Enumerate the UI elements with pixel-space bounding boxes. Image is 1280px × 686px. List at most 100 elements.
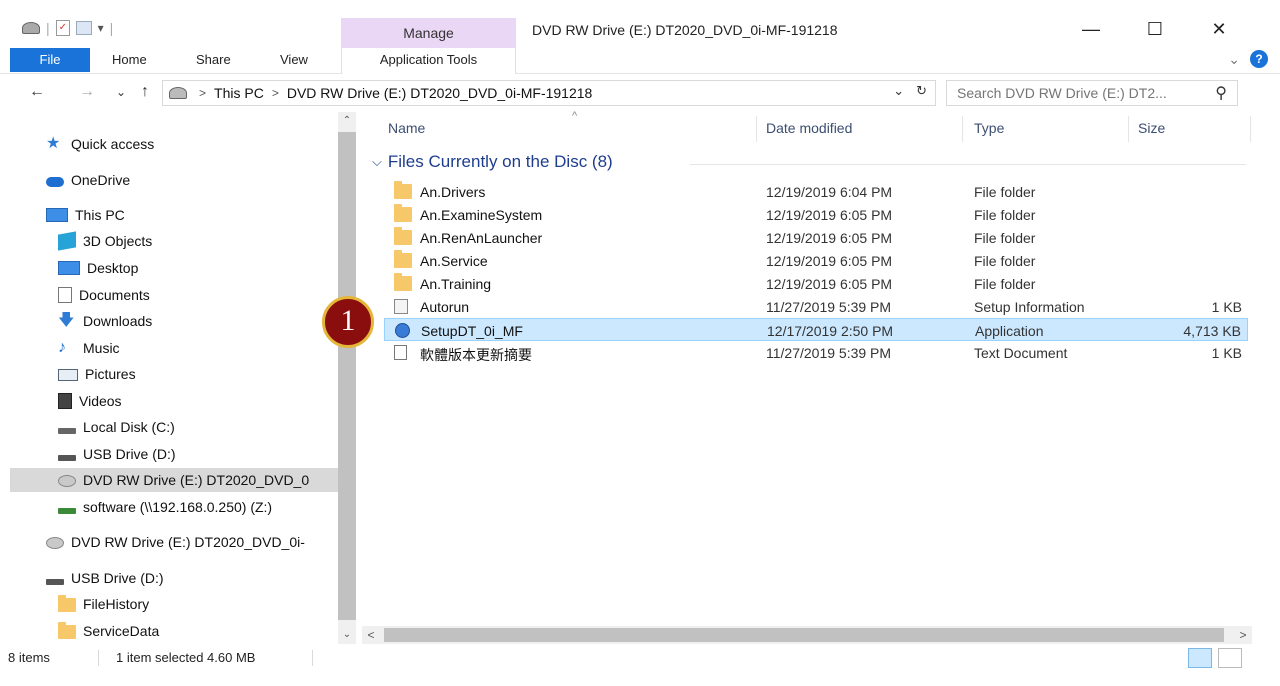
breadcrumb-this-pc[interactable]: This PC — [214, 85, 264, 101]
sidebar-item-desktop[interactable]: Desktop — [58, 256, 138, 280]
sidebar-item-quick-access[interactable]: ★ Quick access — [46, 132, 154, 156]
search-input[interactable] — [957, 85, 1197, 101]
up-button[interactable]: ↑ — [134, 80, 156, 104]
forward-button[interactable]: → — [76, 80, 98, 104]
sidebar-item-this-pc[interactable]: This PC — [46, 203, 125, 227]
properties-icon[interactable]: ✓ — [55, 20, 70, 36]
scroll-left-icon[interactable]: < — [362, 626, 380, 644]
help-icon[interactable]: ? — [1250, 50, 1268, 68]
text-document-icon — [394, 345, 407, 360]
sidebar-item-servicedata[interactable]: ServiceData — [58, 619, 159, 643]
file-row-setupdt[interactable]: SetupDT_0i_MF 12/17/2019 2:50 PM Applica… — [384, 318, 1248, 341]
folder-icon — [394, 181, 412, 199]
file-name: An.ExamineSystem — [420, 207, 543, 223]
customize-toolbar-icon[interactable]: ▾ — [98, 21, 104, 35]
search-box[interactable]: ⚲ — [946, 80, 1238, 106]
refresh-icon[interactable]: ↻ — [916, 83, 927, 99]
scrollbar-thumb[interactable] — [338, 132, 356, 620]
status-bar: 8 items 1 item selected 4.60 MB — [0, 646, 1280, 670]
star-icon: ★ — [46, 135, 61, 152]
sidebar-item-usb-drive-root[interactable]: USB Drive (D:) — [46, 566, 164, 590]
file-row-an-drivers[interactable]: An.Drivers 12/19/2019 6:04 PM File folde… — [384, 180, 1248, 203]
tab-home[interactable]: Home — [112, 52, 147, 67]
file-name: Autorun — [420, 299, 470, 315]
tab-view[interactable]: View — [280, 52, 308, 67]
network-drive-icon — [58, 508, 76, 514]
sort-ascending-icon: ^ — [572, 110, 578, 122]
sidebar-item-3d-objects[interactable]: 3D Objects — [58, 229, 152, 253]
column-header-name[interactable]: Name — [388, 120, 425, 136]
sidebar-item-usb-drive[interactable]: USB Drive (D:) — [58, 442, 176, 466]
sidebar-item-network-drive[interactable]: software (\\192.168.0.250) (Z:) — [58, 495, 272, 519]
sidebar-item-videos[interactable]: Videos — [58, 389, 122, 413]
step-callout: 1 — [322, 296, 374, 348]
file-date: 12/19/2019 6:05 PM — [766, 253, 893, 269]
sidebar-item-label: USB Drive (D:) — [83, 446, 176, 462]
file-date: 12/17/2019 2:50 PM — [767, 323, 894, 339]
minimize-button[interactable]: — — [1068, 14, 1114, 44]
search-icon[interactable]: ⚲ — [1215, 83, 1227, 103]
sidebar-item-documents[interactable]: Documents — [58, 283, 150, 307]
group-label: Files Currently on the Disc (8) — [387, 152, 613, 171]
folder-icon — [394, 204, 412, 222]
file-row-an-renanlauncher[interactable]: An.RenAnLauncher 12/19/2019 6:05 PM File… — [384, 226, 1248, 249]
file-row-an-service[interactable]: An.Service 12/19/2019 6:05 PM File folde… — [384, 249, 1248, 272]
ribbon-tabs: File Home Share View Application Tools ⌄… — [0, 48, 1280, 74]
folder-icon — [58, 595, 76, 612]
sidebar-item-downloads[interactable]: 🡇 Downloads — [58, 309, 152, 333]
recent-locations-button[interactable]: ⌄ — [110, 80, 132, 104]
sidebar-item-local-disk[interactable]: Local Disk (C:) — [58, 415, 175, 439]
scroll-right-icon[interactable]: > — [1234, 626, 1252, 644]
scroll-up-icon[interactable]: ⌃ — [338, 112, 356, 130]
sidebar-item-onedrive[interactable]: OneDrive — [46, 168, 130, 192]
sidebar-item-music[interactable]: ♪ Music — [58, 336, 120, 360]
breadcrumb-separator-icon[interactable]: > — [199, 86, 206, 100]
title-bar: | ✓ ▾ | Manage DVD RW Drive (E:) DT2020_… — [0, 0, 1280, 48]
column-header-date[interactable]: Date modified — [766, 120, 852, 136]
file-size: 1 KB — [1211, 299, 1242, 315]
file-row-an-training[interactable]: An.Training 12/19/2019 6:05 PM File fold… — [384, 272, 1248, 295]
scroll-down-icon[interactable]: ⌄ — [338, 626, 356, 644]
sidebar-item-filehistory[interactable]: FileHistory — [58, 592, 149, 616]
sidebar-item-dvd-drive[interactable]: DVD RW Drive (E:) DT2020_DVD_0 — [10, 468, 338, 492]
sidebar-item-pictures[interactable]: Pictures — [58, 362, 136, 386]
maximize-button[interactable]: ☐ — [1132, 14, 1178, 44]
file-row-an-examinesystem[interactable]: An.ExamineSystem 12/19/2019 6:05 PM File… — [384, 203, 1248, 226]
details-view-button[interactable] — [1188, 648, 1212, 668]
tab-application-tools[interactable]: Application Tools — [341, 48, 516, 74]
file-row-autorun[interactable]: Autorun 11/27/2019 5:39 PM Setup Informa… — [384, 295, 1248, 318]
navigation-scrollbar[interactable]: ⌃ ⌄ — [338, 112, 356, 644]
breadcrumb-separator-icon[interactable]: > — [272, 86, 279, 100]
file-row-update-summary[interactable]: 軟體版本更新摘要 11/27/2019 5:39 PM Text Documen… — [384, 341, 1248, 364]
horizontal-scrollbar[interactable]: < > — [362, 626, 1252, 644]
sidebar-item-label: software (\\192.168.0.250) (Z:) — [83, 499, 273, 515]
sidebar-item-dvd-drive-root[interactable]: DVD RW Drive (E:) DT2020_DVD_0i- — [46, 530, 305, 554]
file-type: Application — [975, 323, 1044, 339]
large-icons-view-button[interactable] — [1218, 648, 1242, 668]
sidebar-item-label: Music — [83, 340, 120, 356]
tab-share[interactable]: Share — [196, 52, 231, 67]
navigation-pane: ★ Quick access OneDrive This PC 3D Objec… — [0, 112, 356, 644]
file-type: File folder — [974, 207, 1036, 223]
sidebar-item-label: Downloads — [83, 313, 153, 329]
music-icon: ♪ — [58, 339, 66, 356]
file-date: 11/27/2019 5:39 PM — [766, 299, 892, 315]
collapse-group-icon[interactable]: ⌵ — [372, 154, 382, 170]
expand-ribbon-icon[interactable]: ⌄ — [1228, 51, 1240, 68]
new-folder-icon[interactable] — [75, 21, 92, 35]
file-name: An.RenAnLauncher — [420, 230, 543, 246]
sidebar-item-label: Videos — [79, 393, 122, 409]
drive-icon[interactable] — [22, 22, 40, 34]
column-header-size[interactable]: Size — [1138, 120, 1165, 136]
address-row: ← → ⌄ ↑ > This PC > DVD RW Drive (E:) DT… — [0, 76, 1280, 108]
close-button[interactable]: ✕ — [1196, 14, 1242, 44]
tab-manage[interactable]: Manage — [341, 18, 516, 48]
back-button[interactable]: ← — [26, 80, 48, 104]
address-bar[interactable]: > This PC > DVD RW Drive (E:) DT2020_DVD… — [162, 80, 936, 106]
breadcrumb-dvd-drive[interactable]: DVD RW Drive (E:) DT2020_DVD_0i-MF-19121… — [287, 85, 593, 101]
column-header-type[interactable]: Type — [974, 120, 1004, 136]
scrollbar-thumb[interactable] — [384, 628, 1224, 642]
group-header[interactable]: ⌵ Files Currently on the Disc (8) — [372, 152, 613, 172]
address-dropdown-icon[interactable]: ⌄ — [893, 83, 904, 99]
tab-file[interactable]: File — [10, 48, 90, 72]
